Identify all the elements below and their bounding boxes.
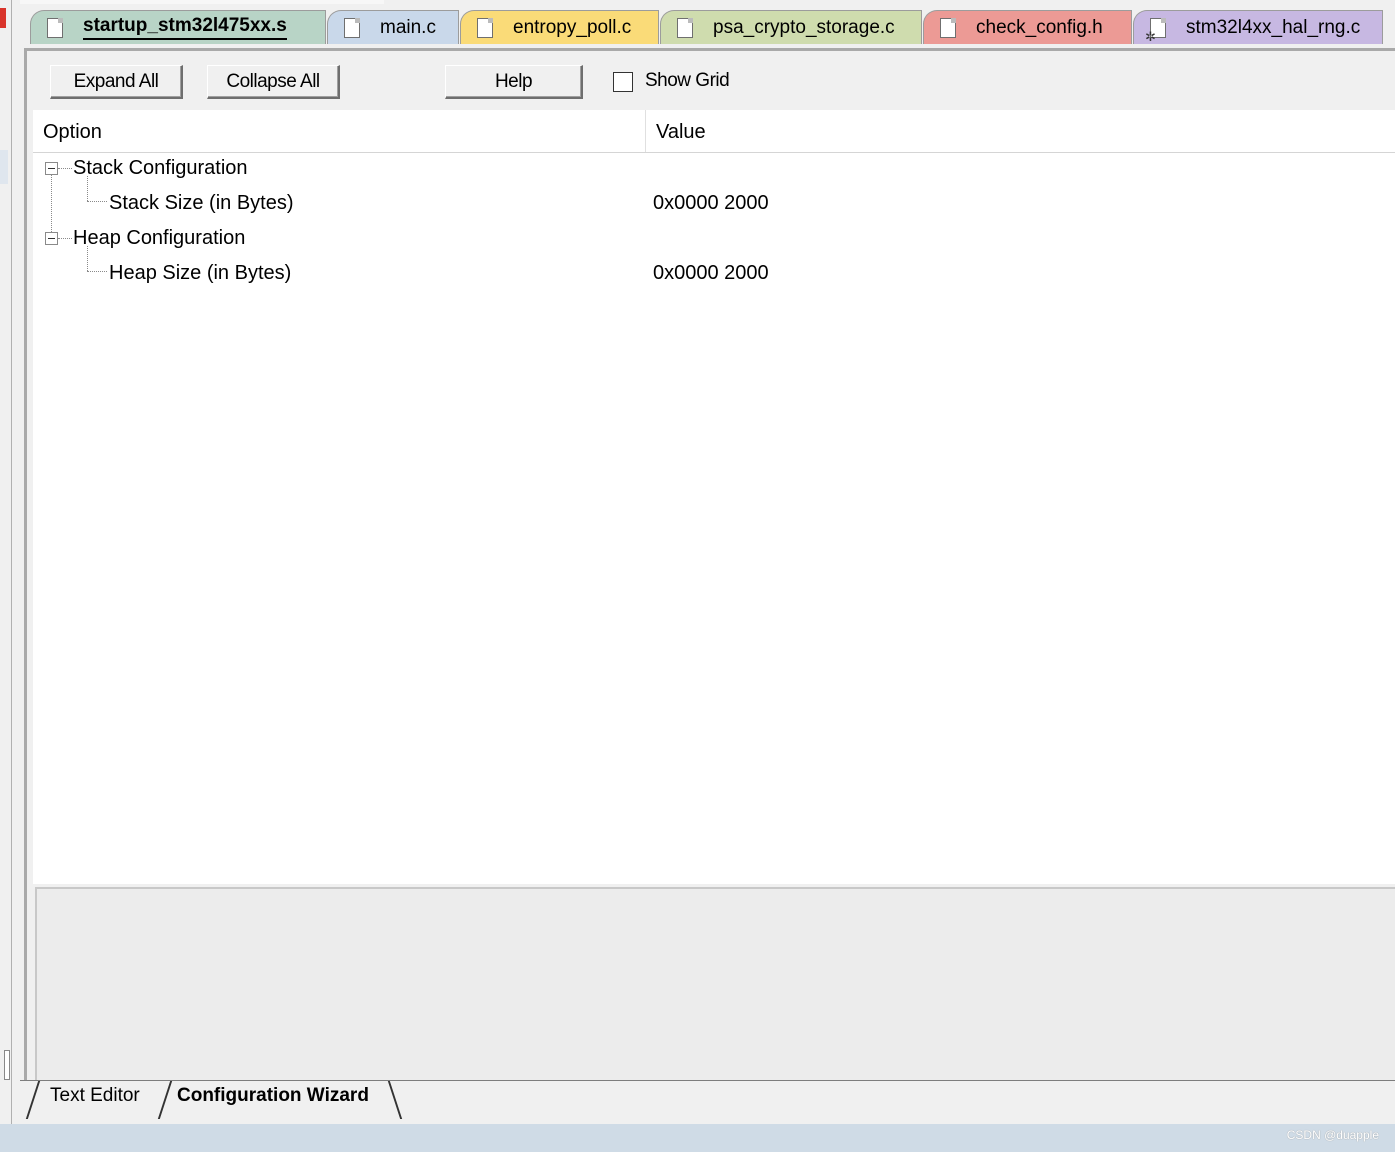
tree-row-label: Stack Configuration — [73, 157, 248, 179]
option-column-header[interactable]: Option — [43, 121, 102, 144]
file-icon — [47, 17, 63, 38]
file-icon — [677, 17, 693, 38]
show-grid-checkbox[interactable] — [613, 72, 633, 92]
collapse-toggle-icon[interactable] — [45, 232, 58, 245]
help-button[interactable]: Help — [445, 65, 583, 99]
options-tree-grid: Option Value Stack Configuration Stack S… — [33, 110, 1395, 884]
collapse-toggle-icon[interactable] — [45, 162, 58, 175]
tab-label: check_config.h — [976, 16, 1103, 38]
editor-mode-tabs: Text Editor Configuration Wizard — [20, 1080, 1395, 1121]
left-panel-strip — [0, 0, 20, 1130]
value-column-header[interactable]: Value — [656, 121, 706, 144]
tree-row-label: Stack Size (in Bytes) — [109, 192, 294, 214]
tree-row-stack-configuration[interactable]: Stack Configuration — [33, 155, 1395, 189]
file-tab-bar: startup_stm32l475xx.s main.c entropy_pol… — [20, 4, 1395, 46]
tab-main-c[interactable]: main.c — [327, 10, 459, 44]
tab-check-config[interactable]: check_config.h — [923, 10, 1132, 44]
tab-divider — [387, 1081, 403, 1119]
show-grid-label: Show Grid — [645, 70, 730, 91]
tab-label: main.c — [380, 16, 436, 38]
tab-startup-file[interactable]: startup_stm32l475xx.s — [30, 10, 326, 44]
breakpoint-marker — [0, 8, 6, 28]
tree-row-stack-size[interactable]: Stack Size (in Bytes) 0x0000 2000 — [33, 190, 1395, 224]
tab-label: entropy_poll.c — [513, 16, 632, 38]
tree-row-label: Heap Size (in Bytes) — [109, 262, 292, 284]
left-panel-divider — [11, 0, 12, 1130]
left-selection-highlight — [0, 150, 8, 184]
stack-size-value[interactable]: 0x0000 2000 — [653, 192, 769, 215]
configuration-wizard-tab[interactable]: Configuration Wizard — [177, 1085, 369, 1107]
file-icon — [477, 17, 493, 38]
tab-label: psa_crypto_storage.c — [713, 16, 895, 38]
file-gear-icon — [1145, 17, 1166, 43]
column-separator[interactable] — [645, 110, 646, 152]
collapse-all-button[interactable]: Collapse All — [207, 65, 340, 99]
wizard-toolbar: Expand All Collapse All Help Show Grid — [27, 51, 1395, 107]
tab-divider — [25, 1081, 41, 1119]
file-icon — [940, 17, 956, 38]
tab-entropy-poll[interactable]: entropy_poll.c — [460, 10, 659, 44]
option-description-pane — [35, 887, 1395, 1083]
tab-divider — [157, 1081, 173, 1119]
expand-all-button[interactable]: Expand All — [50, 65, 183, 99]
tab-hal-rng[interactable]: stm32l4xx_hal_rng.c — [1133, 10, 1383, 44]
tree-row-heap-configuration[interactable]: Heap Configuration — [33, 225, 1395, 259]
configuration-wizard-panel: Expand All Collapse All Help Show Grid O… — [24, 48, 1395, 1083]
tree-row-heap-size[interactable]: Heap Size (in Bytes) 0x0000 2000 — [33, 260, 1395, 294]
tree-row-label: Heap Configuration — [73, 227, 246, 249]
text-editor-tab[interactable]: Text Editor — [50, 1085, 140, 1107]
tab-label: stm32l4xx_hal_rng.c — [1186, 16, 1361, 38]
tab-psa-crypto-storage[interactable]: psa_crypto_storage.c — [660, 10, 922, 44]
grid-header: Option Value — [33, 110, 1395, 153]
heap-size-value[interactable]: 0x0000 2000 — [653, 262, 769, 285]
left-scrollbar-thumb[interactable] — [4, 1050, 10, 1080]
status-strip — [0, 1124, 1395, 1152]
watermark: CSDN @duapple — [1286, 1128, 1379, 1142]
file-icon — [344, 17, 360, 38]
tab-label: startup_stm32l475xx.s — [83, 15, 287, 40]
